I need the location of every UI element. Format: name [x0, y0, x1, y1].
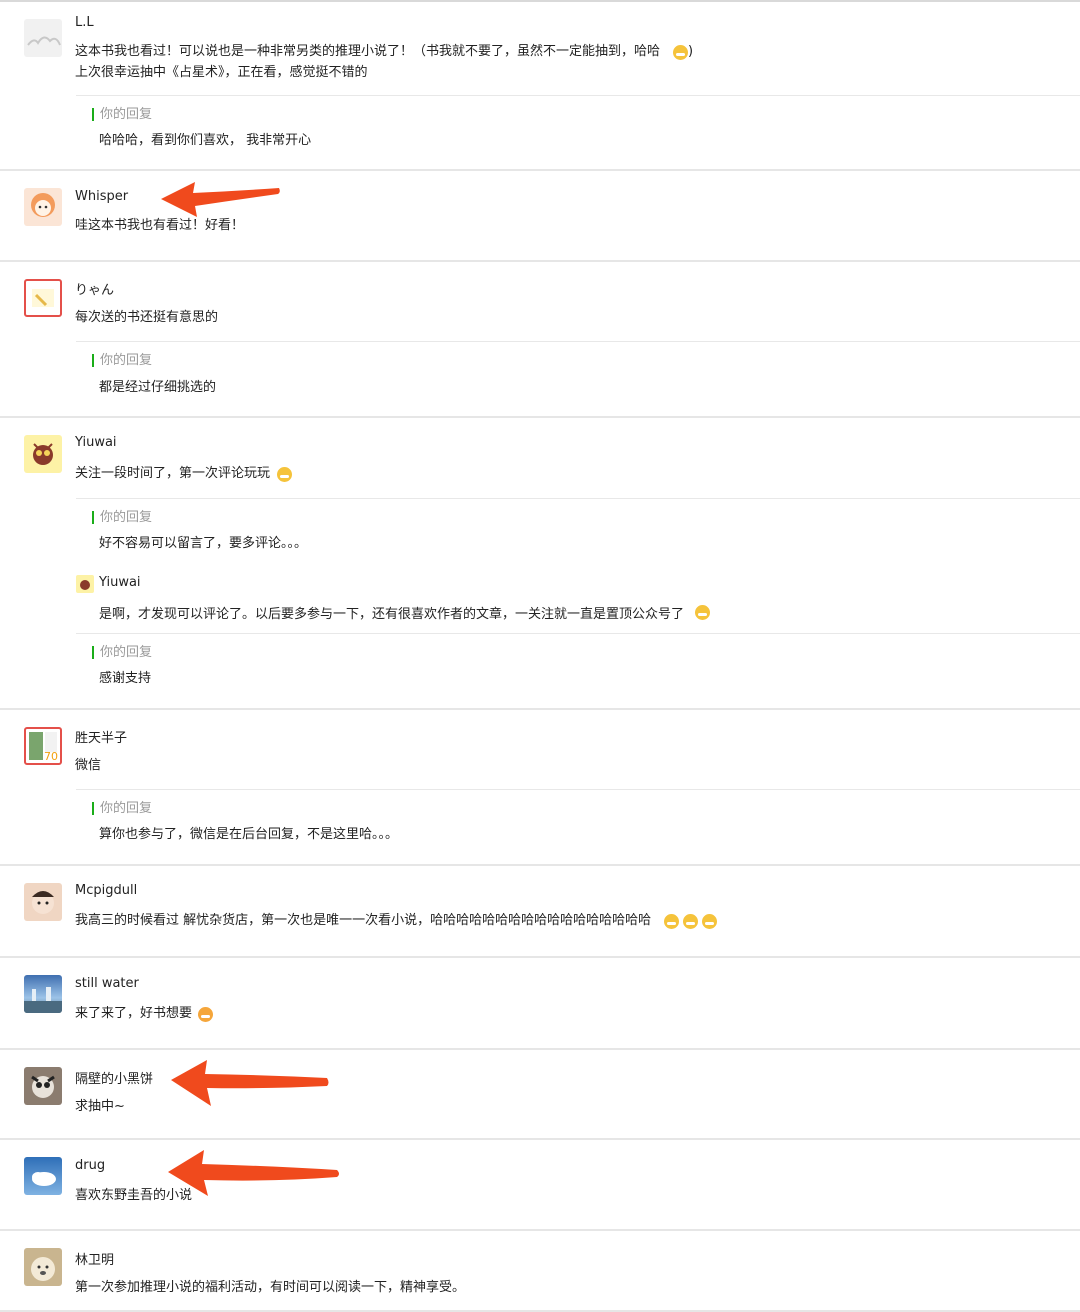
avatar[interactable]: [24, 883, 62, 921]
grin-emoji: [664, 914, 679, 929]
followup-comment: Yiuwai 是啊，才发现可以评论了。以后要多参与一下，还有很喜欢作者的文章，一…: [76, 566, 1080, 634]
avatar[interactable]: [24, 188, 62, 226]
comment-text: 来了来了，好书想要: [75, 1006, 193, 1021]
comment-item: 70 胜天半子 微信 你的回复 算你也参与了，微信是在后台回复，不是这里哈。。。: [0, 710, 1080, 866]
author-reply: 你的回复 哈哈哈，看到你们喜欢， 我非常开心: [76, 95, 1080, 170]
comment-item: 林卫明 第一次参加推理小说的福利活动，有时间可以阅读一下，精神享受。: [0, 1231, 1080, 1312]
author-reply: 你的回复 好不容易可以留言了，要多评论。。。: [76, 498, 1080, 567]
avatar[interactable]: [24, 279, 62, 317]
comment-author[interactable]: still water: [75, 976, 139, 991]
comment-author[interactable]: 隔壁的小黑饼: [75, 1068, 153, 1087]
comment-author[interactable]: Yiuwai: [75, 435, 117, 450]
comment-author[interactable]: drug: [75, 1158, 105, 1173]
comment-author[interactable]: 林卫明: [75, 1249, 114, 1268]
thinking-emoji: [673, 45, 688, 60]
reply-label: 你的回复: [92, 108, 152, 121]
comment-text: 求抽中~: [75, 1099, 125, 1114]
grin-emoji: [702, 914, 717, 929]
comment-item: Mcpigdull 我高三的时候看过 解忧杂货店，第一次也是唯一一次看小说，哈哈…: [0, 866, 1080, 958]
reply-text: 算你也参与了，微信是在后台回复，不是这里哈。。。: [99, 827, 399, 842]
avatar[interactable]: [24, 435, 62, 473]
comment-text: 这本书我也看过！可以说也是一种非常另类的推理小说了！（书我就不要了，虽然不一定能…: [75, 44, 661, 59]
reply-text: 都是经过仔细挑选的: [99, 380, 217, 395]
comment-item: 隔壁的小黑饼 求抽中~: [0, 1050, 1080, 1140]
comment-text: 每次送的书还挺有意思的: [75, 310, 219, 325]
reply-label: 你的回复: [92, 802, 152, 815]
reply-text: 感谢支持: [99, 671, 152, 686]
comment-item: りゃん 每次送的书还挺有意思的 你的回复 都是经过仔细挑选的: [0, 262, 1080, 418]
author-reply: 你的回复 都是经过仔细挑选的: [76, 341, 1080, 417]
grin-emoji: [683, 914, 698, 929]
comment-text: 微信: [75, 758, 102, 773]
comment-item: still water 来了来了，好书想要: [0, 958, 1080, 1050]
comment-author[interactable]: Whisper: [75, 189, 128, 204]
reply-label: 你的回复: [92, 354, 152, 367]
reply-text: 好不容易可以留言了，要多评论。。。: [99, 536, 308, 551]
avatar[interactable]: [24, 1248, 62, 1286]
reply-text: 哈哈哈，看到你们喜欢， 我非常开心: [99, 133, 312, 148]
annotation-arrow-whisper: [161, 182, 280, 217]
sunglasses-emoji: [695, 605, 710, 620]
author-reply: 你的回复 算你也参与了，微信是在后台回复，不是这里哈。。。: [76, 789, 1080, 865]
followup-text: 是啊，才发现可以评论了。以后要多参与一下，还有很喜欢作者的文章，一关注就一直是置…: [99, 607, 685, 622]
grin-emoji: [277, 467, 292, 482]
comment-author[interactable]: りゃん: [75, 279, 114, 298]
comment-author[interactable]: 胜天半子: [75, 727, 127, 746]
svg-text:70: 70: [44, 750, 58, 763]
reply-label: 你的回复: [92, 511, 152, 524]
comment-author[interactable]: Mcpigdull: [75, 883, 137, 898]
followup-author[interactable]: Yiuwai: [99, 575, 141, 590]
avatar[interactable]: [24, 1067, 62, 1105]
comment-text: 关注一段时间了，第一次评论玩玩: [75, 466, 271, 481]
author-reply: 你的回复 感谢支持: [76, 633, 1080, 709]
comment-text: 第一次参加推理小说的福利活动，有时间可以阅读一下，精神享受。: [75, 1280, 466, 1295]
comment-item: Yiuwai 关注一段时间了，第一次评论玩玩 你的回复 好不容易可以留言了，要多…: [0, 418, 1080, 710]
comment-text: 上次很幸运抽中《占星术》，正在看，感觉挺不错的: [75, 65, 368, 80]
comment-text-bracket: ): [688, 44, 694, 59]
comment-item: L.L 这本书我也看过！可以说也是一种非常另类的推理小说了！（书我就不要了，虽然…: [0, 2, 1080, 171]
comment-author[interactable]: L.L: [75, 15, 94, 30]
reply-label: 你的回复: [92, 646, 152, 659]
avatar[interactable]: [24, 1157, 62, 1195]
avatar[interactable]: [76, 575, 94, 593]
annotation-arrow-drug: [168, 1150, 339, 1196]
avatar[interactable]: [24, 19, 62, 57]
annotation-arrow-xiaoheibing: [171, 1060, 329, 1106]
avatar[interactable]: [24, 975, 62, 1013]
avatar[interactable]: 70: [24, 727, 62, 765]
astonished-emoji: [198, 1007, 213, 1022]
comment-text: 我高三的时候看过 解忧杂货店，第一次也是唯一一次看小说，哈哈哈哈哈哈哈哈哈哈哈哈…: [75, 913, 652, 928]
